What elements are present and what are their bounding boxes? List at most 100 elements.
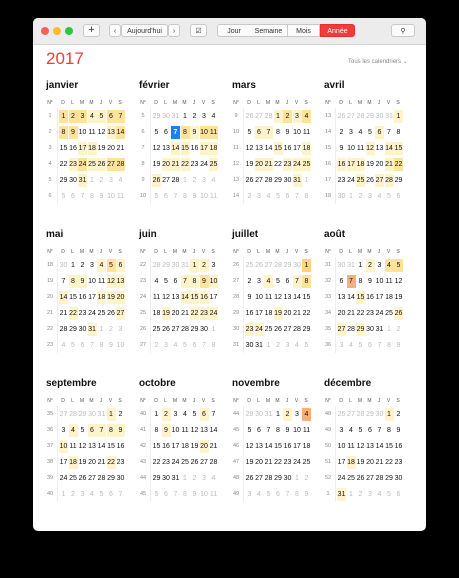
day-cell[interactable]: 27 (255, 110, 264, 123)
day-cell[interactable]: 2 (78, 259, 87, 272)
day-cell[interactable]: 4 (59, 339, 68, 352)
day-cell[interactable]: 16 (283, 440, 292, 453)
today-button[interactable]: Aujourd'hui (121, 24, 168, 37)
day-cell[interactable]: 15 (274, 440, 283, 453)
add-event-button[interactable]: + (83, 24, 100, 37)
day-cell[interactable]: 24 (88, 307, 97, 320)
day-cell[interactable]: 29 (69, 323, 78, 336)
day-cell[interactable]: 2 (190, 110, 199, 123)
day-cell[interactable]: 5 (302, 339, 311, 352)
day-cell[interactable]: 21 (116, 142, 125, 155)
day-cell[interactable]: 15 (107, 440, 116, 453)
day-cell[interactable]: 21 (264, 158, 273, 171)
day-cell[interactable]: 3 (171, 408, 180, 421)
day-cell[interactable]: 19 (273, 307, 283, 320)
day-cell[interactable]: 9 (245, 291, 254, 304)
day-cell[interactable]: 8 (385, 424, 394, 437)
day-cell[interactable]: 10 (337, 440, 346, 453)
day-cell[interactable]: 11 (302, 126, 311, 139)
day-cell[interactable]: 5 (385, 190, 394, 203)
day-cell[interactable]: 30 (69, 174, 78, 187)
day-cell[interactable]: 31 (255, 339, 264, 352)
day-cell[interactable]: 6 (375, 126, 384, 139)
day-cell[interactable]: 30 (293, 259, 302, 272)
day-cell[interactable]: 3 (255, 190, 264, 203)
day-cell[interactable]: 29 (283, 259, 292, 272)
day-cell[interactable]: 20 (199, 440, 209, 453)
day-cell[interactable]: 2 (365, 259, 375, 272)
day-cell[interactable]: 27 (106, 158, 116, 171)
day-cell[interactable]: 24 (254, 323, 264, 336)
day-cell[interactable]: 22 (59, 158, 68, 171)
day-cell[interactable]: 30 (366, 323, 375, 336)
day-cell[interactable]: 6 (337, 275, 346, 288)
day-cell[interactable]: 2 (274, 339, 283, 352)
segment-week[interactable]: Semaine (250, 24, 288, 37)
day-cell[interactable]: 12 (245, 440, 254, 453)
day-cell[interactable]: 20 (366, 456, 375, 469)
day-cell[interactable]: 5 (97, 488, 106, 501)
day-cell[interactable]: 24 (59, 472, 68, 485)
day-cell[interactable]: 13 (162, 142, 171, 155)
day-cell[interactable]: 23 (68, 158, 78, 171)
day-cell[interactable]: 14 (293, 291, 302, 304)
day-cell[interactable]: 11 (356, 142, 365, 155)
day-cell[interactable]: 20 (116, 291, 125, 304)
day-cell[interactable]: 12 (245, 142, 254, 155)
day-cell[interactable]: 27 (162, 174, 171, 187)
day-cell[interactable]: 18 (97, 291, 106, 304)
day-cell[interactable]: 5 (356, 339, 365, 352)
day-cell[interactable]: 18 (209, 142, 218, 155)
day-cell[interactable]: 27 (264, 259, 273, 272)
day-cell[interactable]: 4 (181, 408, 190, 421)
day-cell[interactable]: 2 (245, 190, 254, 203)
day-cell[interactable]: 16 (283, 142, 292, 155)
day-cell[interactable]: 26 (162, 323, 171, 336)
day-cell[interactable]: 21 (209, 440, 218, 453)
day-cell[interactable]: 25 (385, 307, 394, 320)
day-cell[interactable]: 18 (264, 307, 273, 320)
day-cell[interactable]: 11 (88, 126, 97, 139)
month-name[interactable]: octobre (139, 378, 176, 389)
day-cell[interactable]: 24 (347, 174, 356, 187)
day-cell[interactable]: 8 (59, 126, 68, 139)
day-cell[interactable]: 2 (68, 110, 78, 123)
day-cell[interactable]: 2 (97, 174, 106, 187)
day-cell[interactable]: 22 (180, 158, 190, 171)
day-cell[interactable]: 8 (394, 126, 403, 139)
day-cell[interactable]: 2 (199, 259, 209, 272)
day-cell[interactable]: 26 (366, 174, 375, 187)
day-cell[interactable]: 25 (209, 158, 218, 171)
day-cell[interactable]: 27 (116, 307, 125, 320)
day-cell[interactable]: 2 (394, 323, 403, 336)
day-cell[interactable]: 10 (293, 424, 302, 437)
day-cell[interactable]: 2 (394, 408, 403, 421)
day-cell[interactable]: 30 (78, 323, 87, 336)
day-cell[interactable]: 7 (346, 275, 356, 288)
day-cell[interactable]: 5 (181, 339, 190, 352)
today-cell[interactable]: 7 (171, 126, 180, 139)
day-cell[interactable]: 31 (385, 110, 394, 123)
day-cell[interactable]: 12 (162, 291, 171, 304)
day-cell[interactable]: 27 (200, 456, 209, 469)
day-cell[interactable]: 20 (255, 456, 264, 469)
day-cell[interactable]: 1 (97, 323, 106, 336)
month-9[interactable]: octobre N° D L M M J V S 40 1 2 3 4 5 6 7 41 8 9 10 11 12 13 14 4… (139, 378, 227, 508)
day-cell[interactable]: 15 (69, 291, 78, 304)
day-cell[interactable]: 13 (375, 142, 384, 155)
day-cell[interactable]: 18 (87, 142, 97, 155)
day-cell[interactable]: 26 (337, 110, 346, 123)
day-cell[interactable]: 9 (283, 126, 292, 139)
day-cell[interactable]: 9 (68, 126, 78, 139)
day-cell[interactable]: 14 (384, 142, 394, 155)
day-cell[interactable]: 26 (78, 472, 87, 485)
day-cell[interactable]: 24 (78, 158, 87, 171)
day-cell[interactable]: 28 (293, 323, 302, 336)
day-cell[interactable]: 7 (283, 488, 292, 501)
month-name[interactable]: août (324, 229, 345, 240)
day-cell[interactable]: 12 (78, 440, 87, 453)
day-cell[interactable]: 6 (366, 339, 375, 352)
day-cell[interactable]: 13 (171, 291, 180, 304)
day-cell[interactable]: 30 (162, 110, 171, 123)
day-cell[interactable]: 30 (283, 174, 292, 187)
